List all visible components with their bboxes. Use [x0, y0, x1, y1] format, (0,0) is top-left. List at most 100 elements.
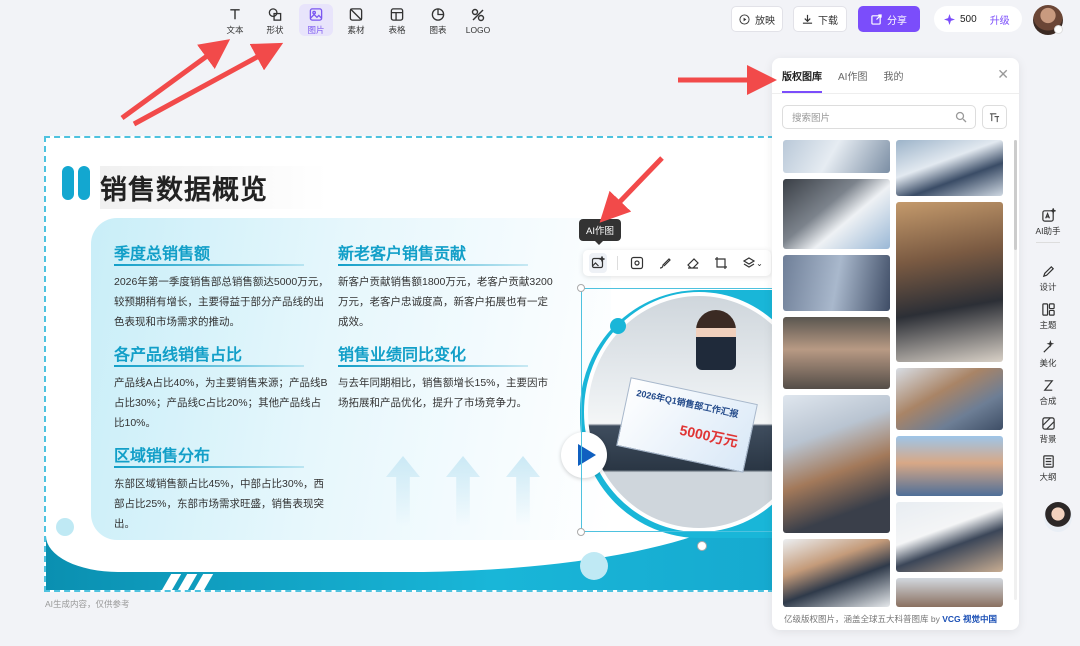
sidebar-item-outline[interactable]: 大纲: [1028, 454, 1068, 483]
layer-dropdown[interactable]: ⌄: [740, 253, 765, 273]
section-body[interactable]: 与去年同期相比，销售额增长15%，主要因市场拓展和产品优化，提升了市场竞争力。: [338, 373, 553, 413]
search-icon[interactable]: [955, 111, 967, 123]
sidebar-item-label: 大纲: [1039, 472, 1057, 482]
section-divider: [338, 365, 528, 367]
image-thumbnail[interactable]: [896, 140, 1003, 196]
sidebar-item-background[interactable]: 背景: [1028, 416, 1068, 445]
section-body[interactable]: 产品线A占比40%，为主要销售来源；产品线B占比30%；产品线C占比20%；其他…: [114, 373, 329, 433]
image-selection-box[interactable]: [581, 288, 791, 532]
download-icon: [802, 14, 813, 24]
slide-title[interactable]: 销售数据概览: [100, 166, 328, 209]
dot-decoration: [580, 552, 608, 580]
image-thumbnail[interactable]: [783, 140, 890, 173]
ai-draw-button[interactable]: [589, 253, 607, 273]
image-thumbnail[interactable]: [896, 202, 1003, 362]
crop-button[interactable]: [712, 253, 730, 273]
tab-mine[interactable]: 我的: [883, 68, 903, 93]
section-divider: [114, 466, 304, 468]
image-thumbnail[interactable]: [896, 368, 1003, 430]
section-divider: [114, 264, 304, 266]
tool-material[interactable]: 素材: [339, 4, 373, 36]
filter-button[interactable]: [982, 105, 1007, 129]
share-button[interactable]: 分享: [858, 6, 920, 32]
play-circle-icon: [739, 13, 750, 25]
sidebar-item-label: AI助手: [1035, 226, 1061, 236]
section-divider: [114, 365, 304, 367]
sidebar-item-beautify[interactable]: 美化: [1028, 340, 1068, 369]
panel-tabs: 版权图库 AI作图 我的: [782, 68, 903, 93]
upgrade-link[interactable]: 升级: [990, 12, 1010, 27]
section-heading[interactable]: 季度总销售额: [114, 240, 210, 264]
section-divider: [338, 264, 528, 266]
crop-icon: [714, 257, 727, 269]
tab-copyright-library[interactable]: 版权图库: [782, 68, 822, 93]
annotation-arrow: [120, 39, 231, 121]
tool-shape[interactable]: 形状: [258, 4, 292, 36]
close-icon[interactable]: ✕: [997, 66, 1009, 83]
section-body[interactable]: 新客户贡献销售额1800万元，老客户贡献3200万元，老客户忠诚度高，新客户拓展…: [338, 272, 553, 332]
sidebar-item-design[interactable]: 设计: [1028, 264, 1068, 293]
background-icon: [1041, 417, 1055, 430]
filter-icon: [989, 112, 1000, 122]
image-thumbnail[interactable]: [896, 578, 1003, 607]
shape-icon: [268, 8, 282, 21]
tool-image[interactable]: 图片: [299, 4, 333, 36]
image-thumbnail[interactable]: [783, 317, 890, 389]
section-heading[interactable]: 新老客户销售贡献: [338, 240, 466, 264]
image-replace-button[interactable]: [628, 253, 646, 273]
image-thumbnail[interactable]: [783, 539, 890, 607]
tool-text[interactable]: 文本: [218, 4, 252, 36]
panel-footer: 亿级版权图片，涵盖全球五大科普图库 by VCG 视觉中国: [784, 613, 997, 625]
sidebar-item-label: 背景: [1039, 434, 1057, 444]
credits-count: 500: [960, 13, 977, 25]
assistant-avatar[interactable]: [1044, 502, 1072, 532]
tool-shape-label: 形状: [266, 25, 284, 35]
magic-brush-button[interactable]: [656, 253, 674, 273]
section-heading[interactable]: 区域销售分布: [114, 442, 210, 466]
tool-logo-label: LOGO: [465, 25, 491, 35]
tool-logo[interactable]: LOGO: [461, 4, 495, 36]
resize-handle[interactable]: [577, 528, 585, 536]
image-thumbnail[interactable]: [783, 179, 890, 249]
material-icon: [349, 8, 363, 21]
rotate-handle[interactable]: [697, 541, 707, 551]
image-thumbnail[interactable]: [896, 436, 1003, 496]
image-icon: [309, 8, 323, 21]
resize-handle[interactable]: [577, 284, 585, 292]
sparkle-icon: [944, 13, 955, 25]
section-heading[interactable]: 各产品线销售占比: [114, 341, 242, 365]
sidebar-item-compose[interactable]: 合成: [1028, 378, 1068, 407]
image-thumbnail[interactable]: [896, 502, 1003, 572]
sidebar-item-ai-assistant[interactable]: AI助手: [1028, 208, 1068, 237]
download-button[interactable]: 下载: [793, 6, 847, 32]
tool-table[interactable]: 表格: [380, 4, 414, 36]
sidebar-item-theme[interactable]: 主题: [1028, 302, 1068, 331]
download-label: 下载: [818, 15, 838, 27]
design-icon: [1042, 265, 1054, 278]
panel-scrollbar[interactable]: [1014, 140, 1017, 600]
eraser-button[interactable]: [684, 253, 702, 273]
panel-divider: [772, 93, 1019, 94]
section-body[interactable]: 2026年第一季度销售部总销售额达5000万元，较预期稍有增长，主要得益于部分产…: [114, 272, 329, 332]
present-label: 放映: [755, 15, 775, 27]
avatar-status-badge: [1054, 25, 1063, 34]
ai-draw-tooltip: AI作图: [579, 219, 621, 245]
tool-material-label: 素材: [347, 25, 365, 35]
present-button[interactable]: 放映: [731, 6, 783, 32]
sidebar-item-label: 合成: [1039, 396, 1057, 406]
ai-image-icon: [591, 256, 605, 269]
sidebar-item-label: 主题: [1039, 320, 1057, 330]
brush-icon: [659, 258, 671, 269]
section-body[interactable]: 东部区域销售额占比45%，中部占比30%，西部占比25%，东部市场需求旺盛，销售…: [114, 474, 329, 534]
ai-assistant-icon: [1041, 208, 1056, 222]
credits-badge[interactable]: 500 升级: [934, 6, 1022, 32]
beautify-icon: [1042, 340, 1054, 353]
image-thumbnail[interactable]: [783, 255, 890, 311]
top-toolbar: 文本 形状 图片 素材 表格 图表 LOGO 放映 下载 分享 500 升级: [0, 0, 1080, 40]
tool-chart[interactable]: 图表: [421, 4, 455, 36]
section-heading[interactable]: 销售业绩同比变化: [338, 341, 466, 365]
image-thumbnail[interactable]: [783, 395, 890, 533]
image-search-input[interactable]: 搜索图片: [782, 105, 976, 129]
tab-ai-draw[interactable]: AI作图: [838, 68, 867, 93]
outline-icon: [1042, 455, 1054, 468]
